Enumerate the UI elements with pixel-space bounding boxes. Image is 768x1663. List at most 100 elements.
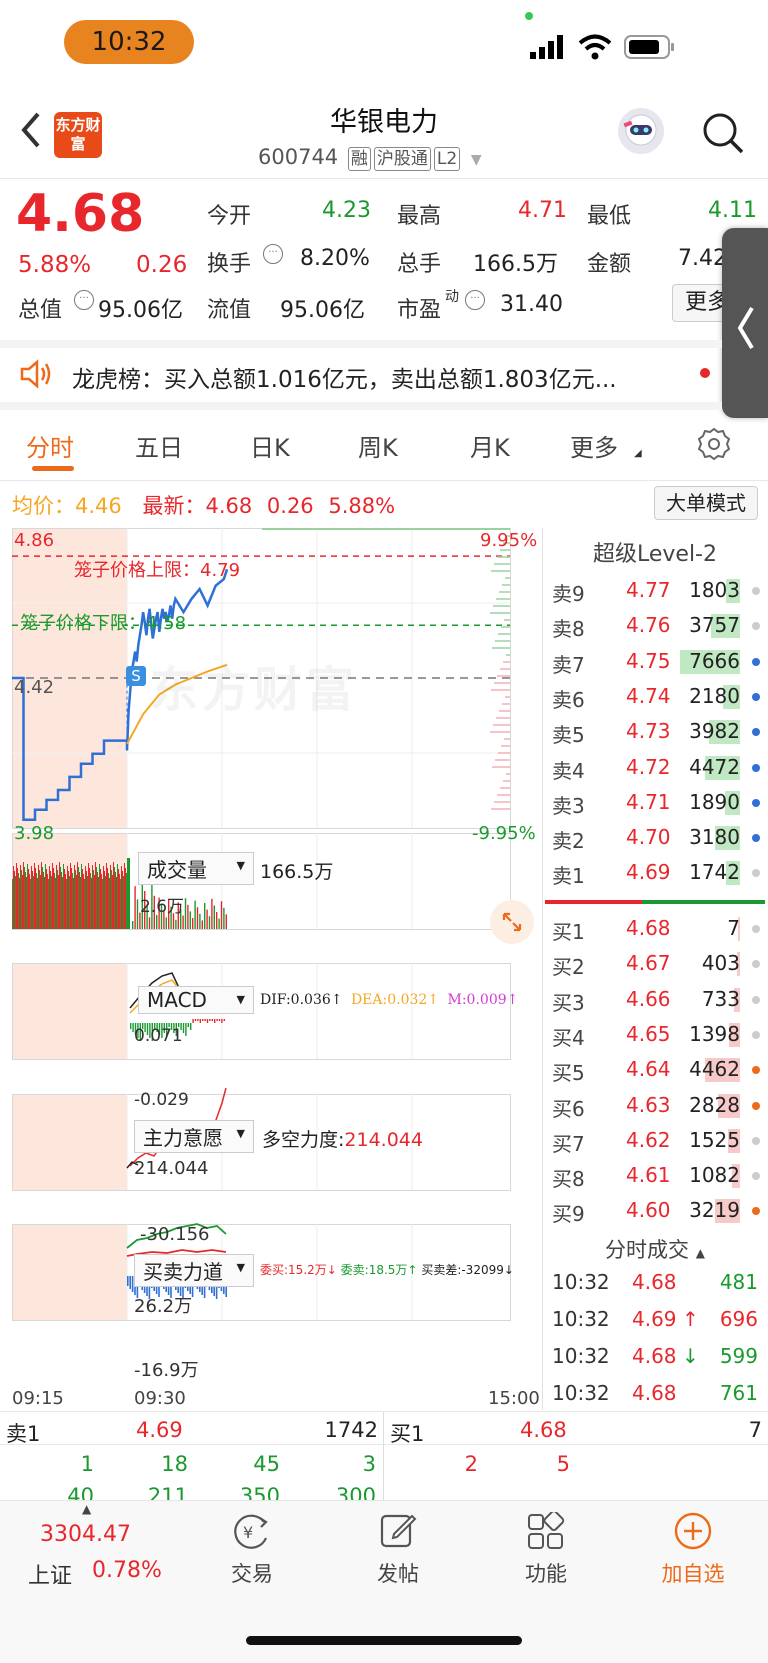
bid-row[interactable]: 买7 4.62 1525: [552, 1124, 762, 1158]
tick-volume: 481: [719, 1270, 758, 1294]
volume-bar: [116, 877, 117, 929]
volume-bar: [187, 904, 189, 929]
tab-more[interactable]: 更多: [570, 428, 618, 463]
ask-row[interactable]: 卖3 4.71 1890: [552, 786, 762, 820]
book-level-label: 买8: [552, 1167, 585, 1192]
volume-bar: [106, 863, 107, 929]
ask-row[interactable]: 卖2 4.70 3180: [552, 821, 762, 855]
queue-row2-clip: 40 211 350 300: [0, 1486, 383, 1500]
bid-row[interactable]: 买1 4.68 7: [552, 912, 762, 946]
index-value[interactable]: 3304.47: [40, 1522, 131, 1547]
volume-bar: [194, 900, 196, 929]
volume-bar: [225, 914, 227, 929]
ask-row[interactable]: 卖1 4.69 1742: [552, 856, 762, 890]
s-marker[interactable]: S: [126, 666, 146, 686]
main-force-dropdown[interactable]: 主力意愿 ▼: [134, 1120, 254, 1153]
info-icon[interactable]: ···: [465, 290, 485, 310]
nav-post[interactable]: 发帖: [338, 1558, 458, 1588]
status-time: 10:32: [64, 20, 194, 64]
nav-functions[interactable]: 功能: [486, 1558, 606, 1588]
ask-row[interactable]: 卖8 4.76 3757: [552, 609, 762, 643]
tick-volume: 761: [719, 1381, 758, 1405]
search-icon[interactable]: [700, 110, 746, 156]
book-volume: 1890: [689, 789, 740, 814]
big-order-mode-button[interactable]: 大单模式: [654, 486, 758, 520]
stock-code: 600744: [258, 145, 339, 169]
book-level-label: 卖8: [552, 617, 585, 642]
tick-time: 10:32: [552, 1381, 610, 1405]
volume-bar: [95, 862, 96, 929]
volume-bar: [120, 879, 121, 929]
volume-bar: [92, 865, 93, 929]
book-dot: [752, 1172, 760, 1181]
ask-row[interactable]: 卖7 4.75 7666: [552, 645, 762, 679]
book-volume: 3180: [689, 825, 740, 850]
index-pct[interactable]: 0.78%: [92, 1558, 162, 1583]
add-watchlist-icon[interactable]: [672, 1510, 714, 1552]
tab-intraday[interactable]: 分时: [26, 428, 74, 463]
signal-icon: [528, 34, 568, 60]
tick-arrow: ↑: [682, 1307, 699, 1331]
macd-m: M:0.009↑: [447, 992, 519, 1008]
post-edit-icon[interactable]: [378, 1510, 418, 1550]
field-volume-label: 总手: [397, 252, 442, 277]
function-grid-icon[interactable]: [526, 1510, 566, 1552]
ask-row[interactable]: 卖5 4.73 3982: [552, 715, 762, 749]
bid-row[interactable]: 买3 4.66 733: [552, 983, 762, 1017]
side-panel-handle[interactable]: [722, 228, 768, 418]
volume-bar: [27, 864, 28, 929]
bid-row[interactable]: 买8 4.61 1082: [552, 1159, 762, 1193]
info-icon[interactable]: ···: [74, 290, 94, 310]
bid-row[interactable]: 买2 4.67 403: [552, 947, 762, 981]
volume-bar: [72, 873, 73, 929]
bid-row[interactable]: 买6 4.63 2828: [552, 1089, 762, 1123]
notice-text[interactable]: 龙虎榜：买入总额1.016亿元，卖出总额1.803亿元...: [72, 360, 682, 394]
volume-label: 成交量: [147, 858, 207, 882]
nav-add-watchlist[interactable]: 加自选: [633, 1558, 753, 1588]
book-level-label: 卖6: [552, 687, 585, 712]
tick-time: 10:32: [552, 1344, 610, 1368]
tab-monthly[interactable]: 月K: [470, 428, 510, 463]
bid-row[interactable]: 买4 4.65 1398: [552, 1018, 762, 1052]
buy-sell-dropdown[interactable]: 买卖力道 ▼: [134, 1254, 254, 1287]
tab-daily[interactable]: 日K: [250, 428, 290, 463]
volume-bar: [47, 874, 48, 929]
index-name[interactable]: 上证: [28, 1558, 72, 1590]
volume-bar: [59, 862, 60, 929]
pct-axis-high: 9.95%: [480, 530, 538, 551]
volume-bar: [26, 877, 27, 929]
book-volume: 3757: [689, 613, 740, 638]
volume-bar: [101, 874, 102, 929]
volume-bar: [40, 875, 41, 929]
bid-row[interactable]: 买5 4.64 4462: [552, 1053, 762, 1087]
info-icon[interactable]: ···: [263, 244, 283, 264]
volume-bar: [58, 875, 59, 929]
macd-bar: [202, 1019, 204, 1021]
bid-row[interactable]: 买9 4.60 3219: [552, 1194, 762, 1228]
expand-icon[interactable]: [490, 900, 534, 944]
volume-bar: [105, 876, 106, 929]
field-open-value: 4.23: [322, 198, 371, 223]
volume-dropdown[interactable]: 成交量 ▼: [138, 852, 254, 885]
stock-code-line[interactable]: 600744 融沪股通 L2 ▼: [258, 145, 482, 171]
field-open-label: 今开: [207, 204, 252, 229]
book-level-label: 卖7: [552, 652, 585, 677]
macd-bar: [223, 1019, 225, 1021]
volume-bar: [87, 876, 88, 929]
ticks-header[interactable]: 分时成交 ▲: [542, 1234, 768, 1264]
tab-weekly[interactable]: 周K: [358, 428, 398, 463]
tab-5day[interactable]: 五日: [135, 428, 183, 463]
robot-avatar-icon[interactable]: [618, 108, 664, 154]
volume-bar: [91, 878, 92, 929]
nav-trade[interactable]: 交易: [192, 1558, 312, 1588]
volume-bar: [119, 874, 120, 929]
settings-gear-icon[interactable]: [696, 426, 732, 462]
avg-value: 4.46: [75, 494, 122, 518]
ask-row[interactable]: 卖6 4.74 2180: [552, 680, 762, 714]
macd-dropdown[interactable]: MACD ▼: [138, 986, 254, 1014]
book-dot: [752, 1066, 760, 1075]
ask-row[interactable]: 卖9 4.77 1803: [552, 574, 762, 608]
trade-icon[interactable]: ¥: [230, 1512, 274, 1552]
macd-bar: [218, 1019, 221, 1021]
ask-row[interactable]: 卖4 4.72 4472: [552, 751, 762, 785]
